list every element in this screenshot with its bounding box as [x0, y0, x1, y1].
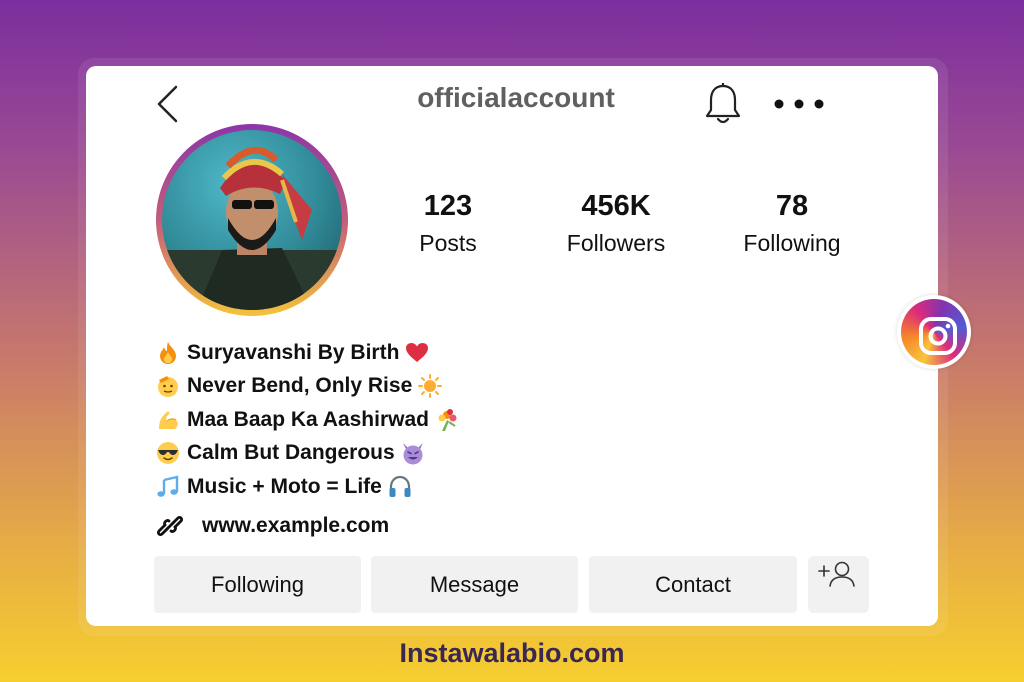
link-icon	[156, 515, 184, 537]
back-chevron-icon[interactable]	[154, 84, 184, 124]
footer-brand: Instawalabio.com	[399, 638, 625, 668]
stat-posts[interactable]: 123 Posts	[378, 190, 518, 257]
bouquet-emoji-icon	[438, 408, 457, 431]
more-dots-icon[interactable]	[773, 96, 825, 112]
bio-line-text: Suryavanshi By Birth	[187, 340, 400, 364]
add-user-icon	[818, 561, 855, 587]
profile-bio: Suryavanshi By Birth Never Bend, Only Ri…	[156, 336, 459, 504]
sun-emoji-icon	[418, 374, 443, 399]
bell-icon[interactable]	[703, 82, 743, 126]
profile-username: officialaccount	[417, 82, 615, 113]
bio-line: Suryavanshi By Birth	[156, 336, 459, 370]
bio-line: Music + Moto = Life	[156, 470, 459, 504]
profile-avatar	[162, 130, 342, 310]
smiling-devil-emoji-icon	[402, 443, 423, 465]
following-button[interactable]: Following	[154, 556, 361, 613]
sunglasses-face-emoji-icon	[157, 442, 179, 465]
profile-avatar-ring[interactable]	[156, 124, 348, 316]
stat-following[interactable]: 78 Following	[722, 190, 862, 257]
headphone-emoji-icon	[389, 475, 411, 497]
bio-line-text: Music + Moto = Life	[187, 474, 382, 498]
profile-card: officialaccount 123 Posts 456K Followers…	[86, 66, 938, 626]
instagram-logo-icon	[919, 317, 957, 355]
stat-posts-value: 123	[423, 190, 473, 222]
bio-line-text: Calm But Dangerous	[187, 441, 395, 465]
bio-line: Calm But Dangerous	[156, 437, 459, 471]
bio-line: Never Bend, Only Rise	[156, 370, 459, 404]
profile-link-row[interactable]: www.example.com	[156, 512, 389, 540]
bio-line-text: Maa Baap Ka Aashirwad	[187, 407, 429, 431]
profile-link[interactable]: www.example.com	[202, 514, 389, 538]
fire-emoji-icon	[160, 341, 176, 364]
contact-button[interactable]: Contact	[589, 556, 797, 613]
stat-following-value: 78	[775, 190, 809, 222]
bio-line: Maa Baap Ka Aashirwad	[156, 403, 459, 437]
stat-followers-value: 456K	[581, 190, 651, 222]
add-user-button[interactable]	[808, 556, 869, 613]
bio-line-text: Never Bend, Only Rise	[187, 374, 413, 398]
instagram-badge	[897, 295, 971, 369]
flexed-biceps-emoji-icon	[159, 411, 178, 429]
red-heart-emoji-icon	[406, 342, 429, 362]
musical-notes-emoji-icon	[157, 475, 179, 497]
stat-posts-label: Posts	[419, 230, 477, 256]
stat-followers-label: Followers	[566, 230, 666, 256]
stat-following-label: Following	[743, 230, 841, 256]
message-button[interactable]: Message	[371, 556, 578, 613]
saluting-face-emoji-icon	[158, 376, 178, 398]
stat-followers[interactable]: 456K Followers	[546, 190, 686, 257]
